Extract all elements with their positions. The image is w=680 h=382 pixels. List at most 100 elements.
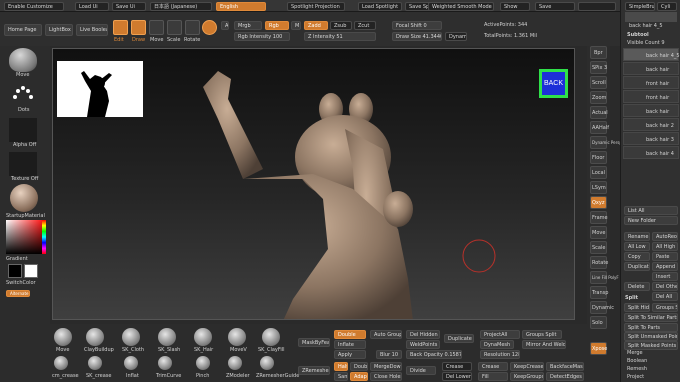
zcut-toggle[interactable]: Zcut	[354, 21, 376, 30]
brush-sk-clayfill[interactable]	[262, 328, 280, 346]
shelf-zoom-button[interactable]: Zoom	[590, 91, 607, 104]
color-picker[interactable]	[6, 220, 42, 254]
brush-pinch[interactable]	[196, 356, 210, 370]
document-canvas[interactable]: BACK	[52, 48, 575, 320]
rgb-toggle[interactable]: Rgb	[265, 21, 289, 30]
split-hidden-button[interactable]: Split Hidden	[624, 303, 650, 312]
append-button[interactable]: Append	[652, 262, 678, 271]
shelf-xpose-button[interactable]: Xpose	[590, 342, 607, 355]
resolution-slider[interactable]: Resolution 128	[480, 350, 520, 359]
backface-mask-button[interactable]: BackfaceMask	[546, 362, 584, 371]
del-hidden-button[interactable]: Del Hidden	[406, 330, 440, 339]
subtool-row[interactable]: front hair	[623, 90, 679, 103]
insert-button[interactable]: Insert	[652, 272, 678, 281]
project-menu[interactable]: Project	[627, 374, 644, 380]
duplicate-button-bottom[interactable]: Duplicate	[444, 334, 474, 343]
focal-shift-slider[interactable]: Focal Shift 0	[392, 21, 442, 30]
shelf-frame-button[interactable]: Frame	[590, 211, 608, 224]
brush-claybuildup[interactable]	[86, 328, 104, 346]
a-toggle[interactable]: A	[221, 21, 229, 30]
groups-split-right-button[interactable]: Groups Split	[652, 303, 678, 312]
brush-sk-crease[interactable]	[88, 356, 102, 370]
brush-move[interactable]	[54, 328, 72, 346]
list-all-button[interactable]: List All	[624, 206, 678, 215]
shelf-bpr-button[interactable]: Bpr	[590, 46, 607, 59]
autoreorder-button[interactable]: AutoReorder	[652, 232, 678, 241]
zsub-toggle[interactable]: Zsub	[330, 21, 352, 30]
draw-mode-button[interactable]	[131, 20, 146, 35]
shelf-local-button[interactable]: Local	[590, 166, 607, 179]
brush-trimcurve[interactable]	[158, 356, 172, 370]
merge-down-button[interactable]: MergeDown	[370, 362, 402, 371]
split-parts-button[interactable]: Split To Parts	[624, 323, 678, 332]
detect-edges-button[interactable]: DetectEdges	[546, 372, 584, 381]
duplicate-button[interactable]: Duplicate	[624, 262, 650, 271]
rotate-mode-button[interactable]	[185, 20, 200, 35]
remesh-menu[interactable]: Remesh	[627, 366, 647, 372]
brush-zmodeler[interactable]	[228, 356, 242, 370]
scale-mode-button[interactable]	[167, 20, 182, 35]
auto-groups-button[interactable]: Auto Groups	[370, 330, 402, 339]
apply-button[interactable]: Apply	[334, 350, 366, 359]
stroke-thumbnail[interactable]	[9, 83, 37, 107]
del-all-button[interactable]: Del All	[652, 292, 678, 301]
live-boolean-button[interactable]: Live Boolean	[76, 24, 108, 36]
alpha-thumbnail[interactable]	[9, 118, 37, 142]
language-english-button[interactable]: English	[216, 2, 266, 11]
load-ui-button[interactable]: Load Ui	[75, 2, 109, 11]
home-page-button[interactable]: Home Page	[4, 24, 42, 36]
rename-button[interactable]: Rename	[624, 232, 650, 241]
simple-brush-button[interactable]: SimpleBrush	[625, 2, 655, 11]
weighted-smooth-button[interactable]: Weighted Smooth Mode 0	[428, 2, 494, 11]
keep-groups-button[interactable]: KeepGroups	[510, 372, 544, 381]
language-japanese-button[interactable]: 日本語 (Japanese)	[150, 2, 212, 11]
double-target-button[interactable]: Double	[350, 362, 368, 371]
crease-slider[interactable]: Crease	[442, 362, 472, 371]
subtool-row[interactable]: back hair	[623, 62, 679, 75]
shelf-dynamic-button[interactable]: Dynamic	[590, 301, 614, 314]
primary-color-swatch[interactable]	[24, 264, 38, 278]
dynamic-toggle[interactable]: Dynamic	[445, 32, 467, 41]
shelf-transp-button[interactable]: Transp	[590, 286, 608, 299]
brush-zremesherguide[interactable]	[260, 356, 274, 370]
del-other-button[interactable]: Del Other	[652, 282, 678, 291]
subtool-row[interactable]: back hair 4_5	[623, 48, 680, 61]
half-button[interactable]: Half	[334, 362, 348, 371]
split-similar-button[interactable]: Split To Similar Parts	[624, 313, 678, 322]
rgb-intensity-slider[interactable]: Rgb Intensity 100	[234, 32, 290, 41]
brush-sk-hair[interactable]	[194, 328, 212, 346]
brush-thumbnail[interactable]	[9, 48, 37, 72]
draw-size-slider[interactable]: Draw Size 41.34402	[392, 32, 442, 41]
shelf-scale-button[interactable]: Scale	[590, 241, 607, 254]
keep-creases-button[interactable]: KeepCreases	[510, 362, 544, 371]
material-thumbnail[interactable]	[10, 184, 38, 212]
shelf-floor-button[interactable]: Floor	[590, 151, 607, 164]
boolean-menu[interactable]: Boolean	[627, 358, 647, 364]
paste-button[interactable]: Paste	[652, 252, 678, 261]
m-toggle[interactable]: M	[291, 21, 301, 30]
move-mode-button[interactable]	[149, 20, 164, 35]
project-all-button[interactable]: ProjectAll	[480, 330, 520, 339]
same-button[interactable]: Same	[334, 372, 348, 381]
brush-inflat[interactable]	[124, 356, 138, 370]
material-sphere-icon[interactable]	[202, 20, 217, 35]
all-low-button[interactable]: All Low	[624, 242, 650, 251]
shelf-aahalf-button[interactable]: AAHalf	[590, 121, 609, 134]
zadd-toggle[interactable]: Zadd	[304, 21, 328, 30]
double-button[interactable]: Double	[334, 330, 366, 339]
subtool-row[interactable]: back hair 4	[623, 146, 679, 159]
hue-strip[interactable]	[42, 220, 46, 254]
divide-button[interactable]: Divide	[406, 366, 436, 375]
adapt-button[interactable]: Adapt	[350, 372, 368, 381]
visible-count-slider[interactable]: Visible Count 9	[627, 40, 665, 46]
show-button[interactable]: Show	[500, 2, 530, 11]
subtool-row[interactable]: back hair	[623, 104, 679, 117]
figure-model[interactable]	[53, 49, 575, 320]
save-button[interactable]: Save	[535, 2, 575, 11]
subtool-row[interactable]: front hair	[623, 76, 679, 89]
dynamesh-button[interactable]: DynaMesh	[480, 340, 514, 349]
copy-button[interactable]: Copy	[624, 252, 650, 261]
blur-slider[interactable]: Blur 10	[376, 350, 402, 359]
zremesher-button[interactable]: ZRemesher	[298, 366, 330, 375]
secondary-color-swatch[interactable]	[8, 264, 22, 278]
